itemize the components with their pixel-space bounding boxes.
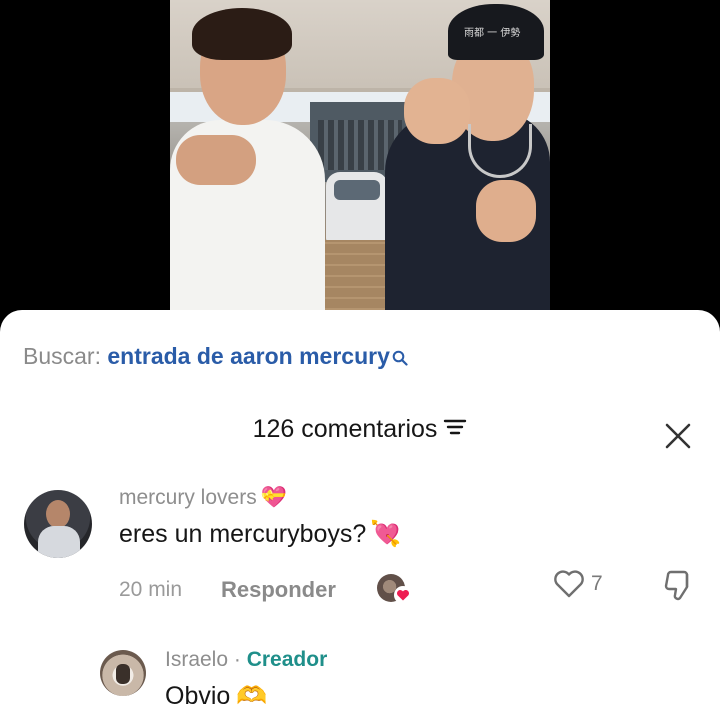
reply-button[interactable]: Responder (221, 577, 336, 603)
person-left-fists (176, 135, 256, 185)
reply-separator: · (233, 648, 241, 671)
reply-username: Israelo (165, 648, 229, 671)
comment-username[interactable]: mercury lovers 💝 (119, 486, 287, 510)
comment-text-emoji: 💘 (370, 520, 402, 548)
avatar[interactable] (24, 490, 92, 558)
reply-text-emoji: 🫶 (236, 682, 268, 710)
person-right-hand (404, 78, 470, 144)
person-left-hair (192, 8, 292, 60)
search-prefix: Buscar: (23, 343, 101, 369)
reply-text-body: Obvio (165, 682, 231, 710)
search-query-link[interactable]: entrada de aaron mercury (107, 343, 390, 369)
person-right-hand-2 (476, 180, 536, 242)
cap-text: 雨都 一 伊勢 (464, 28, 521, 39)
like-button[interactable] (552, 568, 586, 600)
comments-count: 126 comentarios (252, 415, 438, 443)
comment-username-emoji: 💝 (260, 486, 287, 509)
comment-text-body: eres un mercuryboys? (119, 520, 367, 548)
close-icon[interactable] (663, 421, 693, 451)
filter-icon[interactable] (443, 415, 467, 444)
search-icon[interactable] (392, 345, 408, 372)
reply-avatar[interactable] (100, 650, 146, 696)
comments-count-group[interactable]: 126 comentarios (253, 415, 468, 444)
creator-badge: Creador (246, 648, 328, 671)
comments-sheet: Buscar: entrada de aaron mercury 126 com… (0, 310, 720, 720)
comment-time: 20 min (119, 578, 183, 601)
comments-header: 126 comentarios (0, 415, 720, 449)
search-suggestion[interactable]: Buscar: entrada de aaron mercury (23, 343, 408, 372)
heart-icon (394, 586, 412, 604)
comments-count-wrap: 126 comentarios (0, 415, 720, 444)
video-player[interactable]: 雨都 一 伊勢 (0, 0, 720, 330)
comment-text: eres un mercuryboys? 💘 (119, 520, 401, 549)
dislike-icon[interactable] (662, 568, 694, 602)
reply-text: Obvio 🫶 (165, 682, 267, 711)
parked-car (326, 172, 388, 244)
like-count: 7 (591, 572, 603, 595)
video-frame: 雨都 一 伊勢 (170, 0, 550, 330)
comment-username-text: mercury lovers (119, 486, 257, 509)
reply-author[interactable]: Israelo · Creador (165, 648, 327, 672)
